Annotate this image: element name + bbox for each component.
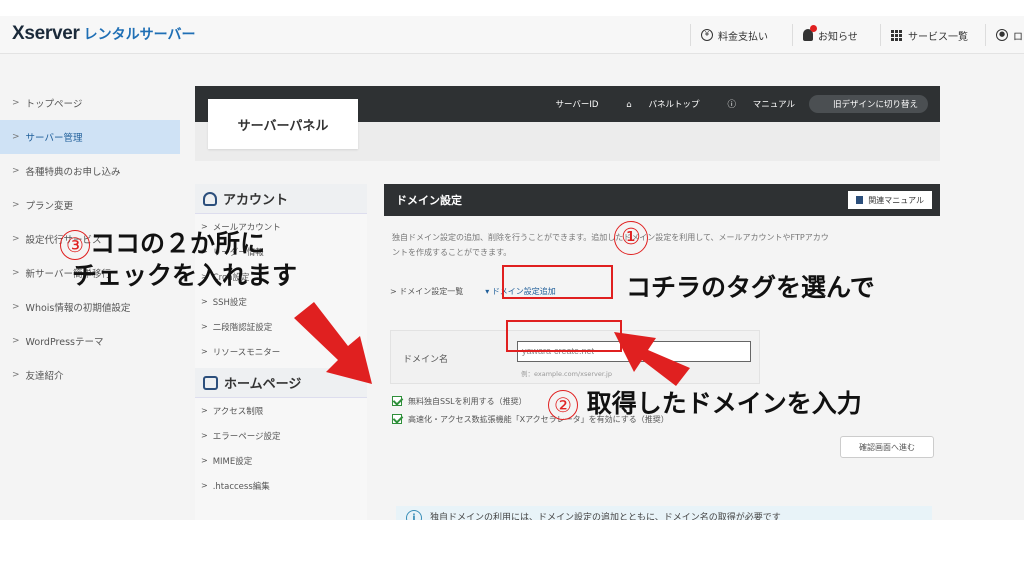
annotation-arrows <box>294 302 690 386</box>
bottom-blank <box>0 520 1024 572</box>
screenshot-stage: Xserver レンタルサーバー ¥ 料金支払い お知らせ サービス一覧 ● ロ … <box>0 0 1024 572</box>
xserver-panel-screen: Xserver レンタルサーバー ¥ 料金支払い お知らせ サービス一覧 ● ロ … <box>0 16 1024 520</box>
arrow-to-input <box>614 332 690 386</box>
arrow-to-checkboxes <box>294 302 372 384</box>
